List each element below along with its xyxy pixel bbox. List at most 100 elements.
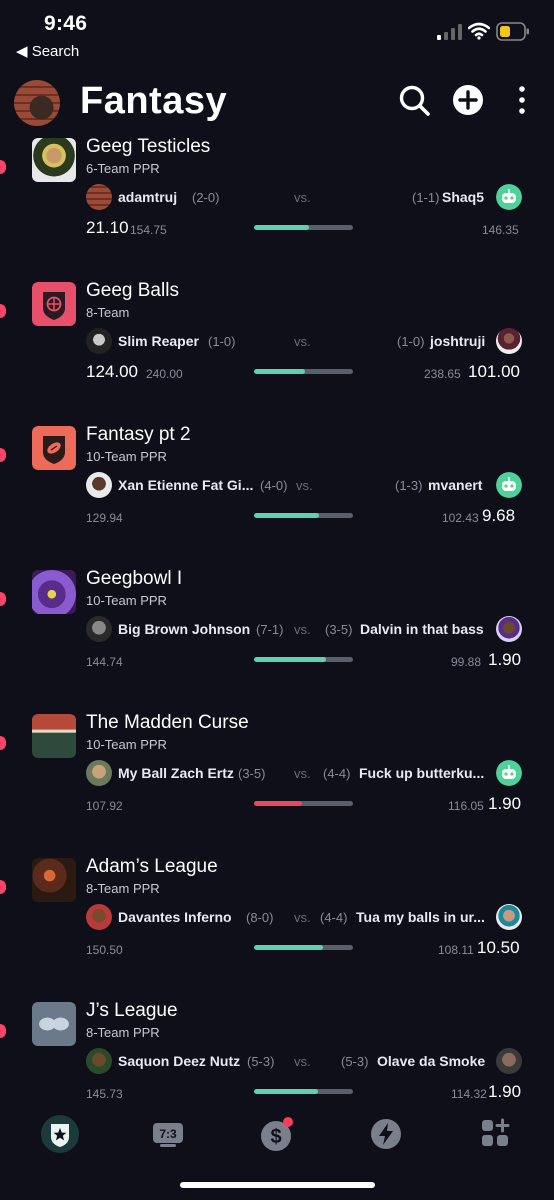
nav-money-tab[interactable]: $ xyxy=(256,1114,296,1154)
home-team-name[interactable]: Slim Reaper xyxy=(118,333,199,349)
home-team-name[interactable]: My Ball Zach Ertz xyxy=(118,765,234,781)
nav-more-tab[interactable] xyxy=(476,1114,516,1154)
vs-label: vs. xyxy=(294,334,311,349)
matchup-teams: adamtruj (2-0) vs. (1-1) Shaq5 xyxy=(86,184,524,210)
basketball-league-logo xyxy=(32,282,76,326)
active-league-marker xyxy=(0,592,6,606)
league-card[interactable]: Fantasy pt 2 10-Team PPR Xan Etienne Fat… xyxy=(0,422,554,566)
league-card[interactable]: Geegbowl I 10-Team PPR Big Brown Johnson… xyxy=(0,566,554,710)
matchup-scores: 129.94 102.43 9.68 xyxy=(86,504,524,528)
robot-avatar-icon xyxy=(496,760,522,786)
league-type: 8-Team PPR xyxy=(86,881,160,896)
vs-label: vs. xyxy=(294,190,311,205)
away-team-record: (4-4) xyxy=(323,766,351,781)
home-team-avatar xyxy=(86,472,112,498)
away-projected: 116.05 xyxy=(448,799,484,813)
league-logo xyxy=(32,714,76,758)
home-team-name[interactable]: Saquon Deez Nutz xyxy=(118,1053,240,1069)
home-team-name[interactable]: Big Brown Johnson xyxy=(118,621,250,637)
notification-badge xyxy=(283,1117,293,1127)
league-type: 8-Team xyxy=(86,305,130,320)
home-team-avatar xyxy=(86,616,112,642)
away-team-name[interactable]: Dalvin in that bass xyxy=(360,621,484,637)
status-bar: 9:46 ◀ Search xyxy=(0,0,554,70)
home-projected: 154.75 xyxy=(130,223,167,237)
nav-leagues-tab[interactable] xyxy=(40,1114,80,1154)
home-projected: 150.50 xyxy=(86,943,123,957)
matchup-progress-bar xyxy=(254,369,353,374)
home-team-name[interactable]: Davantes Inferno xyxy=(118,909,232,925)
home-team-avatar xyxy=(86,904,112,930)
matchup-progress-fill xyxy=(254,225,310,230)
matchup-scores: 145.73 114.32 1.90 xyxy=(86,1080,524,1104)
away-team-name[interactable]: Tua my balls in ur... xyxy=(356,909,485,925)
away-team-record: (1-0) xyxy=(397,334,425,349)
more-options-icon[interactable] xyxy=(516,84,528,116)
league-logo xyxy=(32,138,76,182)
away-team-record: (5-3) xyxy=(341,1054,369,1069)
robot-avatar-icon xyxy=(496,472,522,498)
active-league-marker xyxy=(0,1024,6,1038)
away-projected: 108.11 xyxy=(438,943,474,957)
matchup-scores: 107.92 116.05 1.90 xyxy=(86,792,524,816)
away-team-record: (1-1) xyxy=(412,190,440,205)
league-name: J’s League xyxy=(86,1000,178,1021)
league-name: Fantasy pt 2 xyxy=(86,424,191,445)
away-team-record: (1-3) xyxy=(395,478,423,493)
active-league-marker xyxy=(0,880,6,894)
cellular-signal-icon xyxy=(437,24,462,40)
nav-live-tab[interactable] xyxy=(366,1114,406,1154)
away-team-avatar xyxy=(496,1048,522,1074)
away-score: 10.50 xyxy=(477,938,520,957)
robot-avatar-icon xyxy=(496,184,522,210)
league-card[interactable]: The Madden Curse 10-Team PPR My Ball Zac… xyxy=(0,710,554,854)
app-header: Fantasy xyxy=(0,74,554,134)
matchup-scores: 144.74 99.88 1.90 xyxy=(86,648,524,672)
home-team-avatar xyxy=(86,760,112,786)
home-score: 124.00 xyxy=(86,362,138,381)
matchup-teams: Xan Etienne Fat Gi... (4-0) vs. (1-3) mv… xyxy=(86,472,524,498)
bottom-nav: 7:3 $ xyxy=(0,1108,554,1168)
active-league-marker xyxy=(0,736,6,750)
away-score: 1.90 xyxy=(488,794,522,813)
matchup-progress-bar xyxy=(254,1089,353,1094)
matchup-teams: Slim Reaper (1-0) vs. (1-0) joshtruji xyxy=(86,328,524,354)
away-score: 9.68 xyxy=(482,506,516,525)
back-to-search-link[interactable]: ◀ Search xyxy=(16,42,79,60)
home-projected: 144.74 xyxy=(86,655,123,669)
home-indicator xyxy=(180,1182,375,1188)
home-team-name[interactable]: Xan Etienne Fat Gi... xyxy=(118,477,253,493)
away-team-name[interactable]: joshtruji xyxy=(430,333,485,349)
matchup-scores: 150.50 108.11 10.50 xyxy=(86,936,524,960)
league-card[interactable]: Adam’s League 8-Team PPR Davantes Infern… xyxy=(0,854,554,998)
league-card[interactable]: Geeg Testicles 6-Team PPR adamtruj (2-0)… xyxy=(0,134,554,278)
search-icon[interactable] xyxy=(398,84,432,118)
battery-icon xyxy=(496,22,529,41)
away-score: 1.90 xyxy=(488,1082,522,1101)
league-name: The Madden Curse xyxy=(86,712,249,733)
away-score: 1.90 xyxy=(488,650,522,669)
vs-label: vs. xyxy=(296,478,313,493)
league-name: Adam’s League xyxy=(86,856,218,877)
profile-avatar[interactable] xyxy=(14,80,60,126)
home-team-name[interactable]: adamtruj xyxy=(118,189,177,205)
matchup-teams: Saquon Deez Nutz (5-3) vs. (5-3) Olave d… xyxy=(86,1048,524,1074)
matchup-progress-fill xyxy=(254,801,302,806)
away-team-record: (4-4) xyxy=(320,910,348,925)
league-card[interactable]: Geeg Balls 8-Team Slim Reaper (1-0) vs. … xyxy=(0,278,554,422)
matchup-progress-fill xyxy=(254,945,324,950)
away-team-name[interactable]: Shaq5 xyxy=(442,189,484,205)
home-team-record: (1-0) xyxy=(208,334,236,349)
away-team-name[interactable]: mvanert xyxy=(428,477,482,493)
home-projected: 240.00 xyxy=(146,367,183,381)
home-team-record: (3-5) xyxy=(238,766,266,781)
vs-label: vs. xyxy=(294,622,311,637)
league-name: Geeg Testicles xyxy=(86,136,211,157)
home-team-record: (7-1) xyxy=(256,622,284,637)
league-name: Geegbowl I xyxy=(86,568,183,589)
add-league-icon[interactable] xyxy=(452,84,484,116)
away-team-name[interactable]: Olave da Smoke xyxy=(377,1053,485,1069)
away-team-name[interactable]: Fuck up butterku... xyxy=(359,765,484,781)
nav-scores-tab[interactable]: 7:3 xyxy=(148,1114,188,1154)
matchup-scores: 124.00 240.00 238.65 101.00 xyxy=(86,360,524,384)
